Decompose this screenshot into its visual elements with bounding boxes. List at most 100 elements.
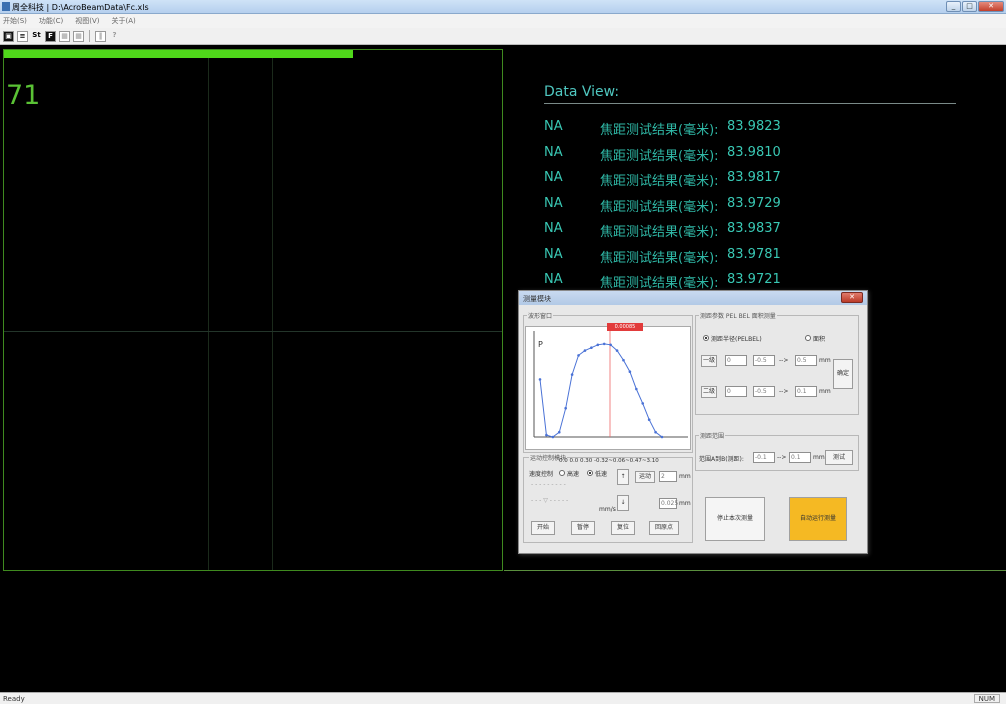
level2-button[interactable]: 二级: [701, 386, 717, 398]
step-input[interactable]: 0.025: [659, 498, 678, 509]
row-value: 83.9781: [727, 246, 781, 262]
radio-high-speed[interactable]: [559, 470, 565, 476]
row-value: 83.9729: [727, 195, 781, 211]
radio-radius-label: 测距半径(PELBEL): [711, 336, 762, 343]
waveform-point: [577, 354, 580, 357]
peak-label: 0.00085: [607, 323, 643, 331]
waveform-point: [557, 430, 561, 434]
range-input-a[interactable]: -0.1: [753, 452, 775, 463]
waveform-point: [602, 342, 606, 346]
row-value: 83.9837: [727, 221, 781, 236]
plot-group-label: 波形窗口: [527, 311, 554, 320]
row-status: NA: [544, 170, 563, 185]
window-controls: _ □ ✕: [946, 1, 1004, 12]
radio-area[interactable]: [805, 335, 811, 341]
screenshot-icon[interactable]: ▣: [3, 30, 14, 42]
radio-low-speed[interactable]: [587, 470, 593, 476]
move-button[interactable]: 运动: [635, 471, 655, 483]
start-button[interactable]: 开始: [531, 521, 555, 535]
window-title: 周全科技 | D:\AcroBeamData\Fc.xls: [12, 3, 149, 12]
slider-track-2[interactable]: - - - ▽ - - - - -: [531, 497, 568, 504]
menu-about[interactable]: 关于(A): [112, 16, 136, 26]
radio-radius[interactable]: [703, 335, 709, 341]
row-label: 焦距测试结果(毫米):: [600, 225, 719, 240]
close-button[interactable]: ✕: [978, 1, 1004, 12]
level1-input-a[interactable]: 0: [725, 355, 747, 366]
range-arrow: -->: [777, 454, 787, 461]
grid-icon[interactable]: ▦: [59, 30, 70, 42]
status-text: Ready: [3, 695, 25, 703]
apply-button[interactable]: 确定: [833, 359, 853, 389]
waveform-svg: P: [533, 331, 688, 439]
waveform-point: [564, 406, 567, 410]
st-button[interactable]: St: [31, 31, 42, 42]
bars-icon[interactable]: ‖: [95, 30, 106, 42]
camera-viewport: 71: [3, 49, 503, 571]
menu-view[interactable]: 视图(V): [75, 16, 99, 26]
grid-line: [272, 58, 273, 570]
pause-button[interactable]: 暂停: [571, 521, 595, 535]
row-label: 焦距测试结果(毫米):: [600, 199, 719, 215]
radio-high-speed-label: 高速: [567, 471, 580, 478]
level1-arrow: -->: [779, 357, 789, 364]
waveform-point: [654, 430, 657, 434]
level2-arrow: -->: [779, 388, 789, 395]
range-test-button[interactable]: 测试: [825, 450, 853, 465]
minimize-button[interactable]: _: [946, 1, 961, 12]
waveform-point: [660, 435, 664, 439]
level2-input-a[interactable]: 0: [725, 386, 747, 397]
f-button[interactable]: F: [45, 30, 56, 42]
toolbar-separator: [89, 30, 90, 42]
level1-input-b[interactable]: -0.5: [753, 355, 775, 366]
level2-unit: mm: [819, 388, 831, 395]
help-icon[interactable]: ?: [109, 31, 120, 42]
waveform-point: [609, 343, 612, 347]
grid-alt-icon[interactable]: ▦: [73, 30, 84, 42]
row-value: 83.9823: [727, 119, 781, 134]
toolbar: ▣ ≡ St F ▦ ▦ ‖ ?: [0, 28, 1006, 45]
waveform-point: [596, 343, 600, 347]
row-value: 83.9721: [727, 272, 781, 287]
num-lock-indicator: NUM: [973, 694, 1000, 703]
waveform-point: [641, 402, 645, 405]
measure-dialog: 测量模块 ✕ 波形窗口 P 0.00085 测距参数 PEL BEL 面积测量 …: [518, 290, 868, 554]
up-arrow-button[interactable]: ↑: [617, 469, 629, 485]
row-status: NA: [544, 119, 563, 134]
grid-line: [208, 58, 209, 570]
waveform-point: [628, 370, 632, 374]
menu-function[interactable]: 功能(C): [39, 16, 63, 26]
down-arrow-button[interactable]: ↓: [617, 495, 629, 511]
auto-measure-button[interactable]: 自动运行测量: [789, 497, 847, 541]
reset-button[interactable]: 复位: [611, 521, 635, 535]
waveform-point: [551, 435, 555, 439]
data-view-rule: [544, 103, 956, 104]
title-bar: 周全科技 | D:\AcroBeamData\Fc.xls _ □ ✕: [0, 0, 1006, 14]
level1-button[interactable]: 一级: [701, 355, 717, 367]
document-icon[interactable]: ≡: [17, 30, 28, 42]
speed-label: 速度控制: [529, 471, 554, 478]
range-input-b[interactable]: 0.1: [789, 452, 811, 463]
speed-unit: mm/s: [599, 506, 616, 513]
range-unit: mm: [813, 454, 825, 461]
menu-start[interactable]: 开始(S): [3, 16, 27, 26]
waveform-point: [538, 378, 542, 381]
menu-bar: 开始(S) 功能(C) 视图(V) 关于(A): [0, 14, 1006, 28]
waveform-point: [635, 387, 638, 391]
radio-low-speed-label: 低速: [595, 471, 608, 478]
row-label: 焦距测试结果(毫米):: [600, 174, 719, 189]
crosshair-line: [4, 331, 502, 332]
waveform-point: [590, 346, 593, 350]
slider-track-1[interactable]: - - - - - - - - -: [531, 481, 566, 488]
level2-input-b[interactable]: -0.5: [753, 386, 775, 397]
level1-input-c[interactable]: 0.5: [795, 355, 817, 366]
radio-area-label: 面积: [813, 336, 826, 343]
row-status: NA: [544, 221, 563, 236]
coords-readout: 0.0 0.0 0.30 -0.32~0.06~0.47~3.10: [559, 458, 659, 464]
dialog-close-button[interactable]: ✕: [841, 292, 863, 303]
level2-input-c[interactable]: 0.1: [795, 386, 817, 397]
origin-button[interactable]: 回原点: [649, 521, 679, 535]
maximize-button[interactable]: □: [962, 1, 977, 12]
data-view-title: Data View:: [544, 84, 620, 100]
move-input[interactable]: 2: [659, 471, 677, 482]
stop-measure-button[interactable]: 停止本次测量: [705, 497, 765, 541]
